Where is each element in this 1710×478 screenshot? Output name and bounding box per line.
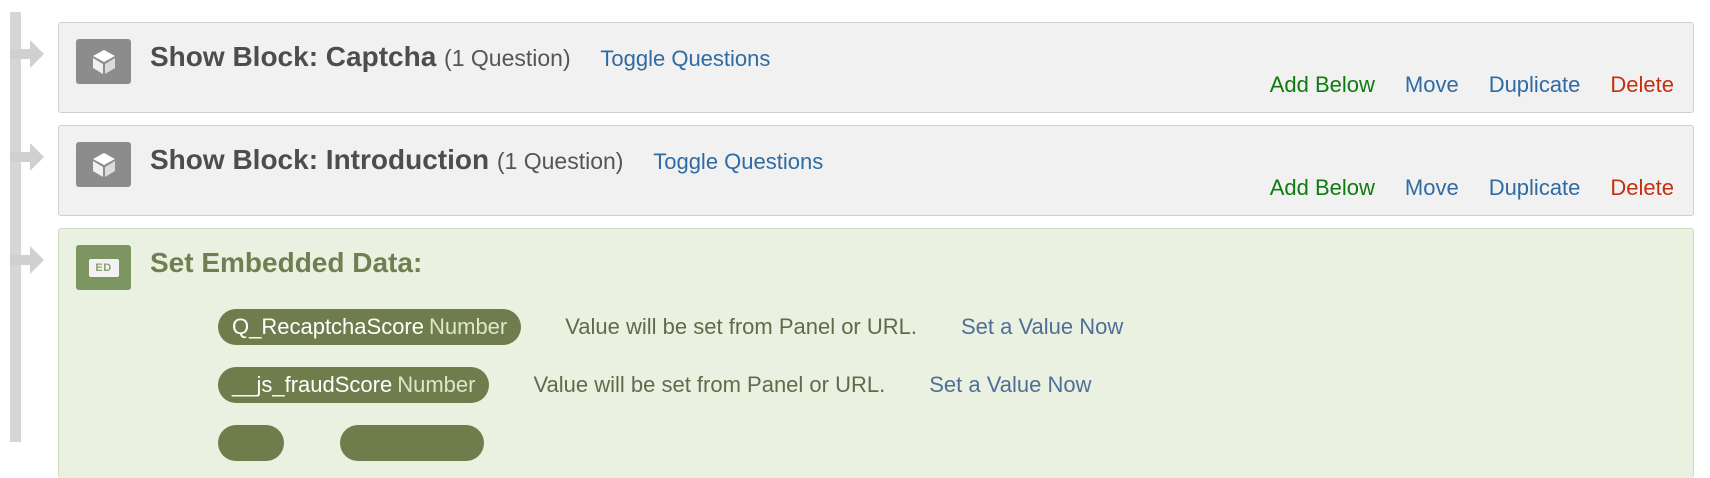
embedded-field-row: __js_fraudScore Number Value will be set … <box>218 367 1091 403</box>
move-link[interactable]: Move <box>1405 175 1459 200</box>
embedded-data-block: ED Set Embedded Data: Q_RecaptchaScore Nu… <box>58 228 1694 478</box>
flow-line <box>10 12 21 442</box>
duplicate-link[interactable]: Duplicate <box>1489 175 1581 200</box>
add-below-link[interactable]: Add Below <box>1270 72 1375 97</box>
embedded-field-row: Q_RecaptchaScore Number Value will be set… <box>218 309 1123 345</box>
block-name: Captcha <box>325 41 437 72</box>
cube-icon <box>76 142 131 187</box>
block-actions: Add Below Move Duplicate Delete <box>1240 72 1674 98</box>
question-count: (1 Question) <box>444 45 571 71</box>
field-note: Value will be set from Panel or URL. <box>565 314 917 339</box>
field-name: Q_RecaptchaScore <box>232 314 424 339</box>
show-block-captcha: Show Block: Captcha (1 Question) Toggle … <box>58 22 1694 113</box>
block-title: Show Block: Introduction (1 Question) To… <box>150 144 823 176</box>
set-value-now-link[interactable]: Set a Value Now <box>961 314 1123 340</box>
duplicate-link[interactable]: Duplicate <box>1489 72 1581 97</box>
add-below-link[interactable]: Add Below <box>1270 175 1375 200</box>
block-title: Show Block: Captcha (1 Question) Toggle … <box>150 41 770 73</box>
move-link[interactable]: Move <box>1405 72 1459 97</box>
question-count: (1 Question) <box>496 148 624 174</box>
show-block-introduction: Show Block: Introduction (1 Question) To… <box>58 125 1694 216</box>
flow-arrow-icon <box>10 36 46 72</box>
set-value-now-link[interactable]: Set a Value Now <box>929 372 1091 398</box>
delete-link[interactable]: Delete <box>1610 175 1674 200</box>
flow-arrow-icon <box>10 139 46 175</box>
embedded-data-title: Set Embedded Data: <box>150 247 423 278</box>
block-actions: Add Below Move Duplicate Delete <box>1240 175 1674 201</box>
embedded-field-pill[interactable]: __js_fraudScore Number <box>218 367 490 403</box>
delete-link[interactable]: Delete <box>1610 72 1674 97</box>
flow-arrow-icon <box>10 242 46 278</box>
embedded-data-icon: ED <box>76 245 131 290</box>
toggle-questions-link[interactable]: Toggle Questions <box>653 149 823 174</box>
embedded-field-pill[interactable]: Q_RecaptchaScore Number <box>218 309 522 345</box>
cube-icon <box>76 39 131 84</box>
embedded-data-badge: ED <box>88 258 119 277</box>
field-name: __js_fraudScore <box>232 372 393 397</box>
embedded-field-row-partial <box>218 425 484 461</box>
embedded-field-pill[interactable] <box>218 425 284 461</box>
field-note: Value will be set from Panel or URL. <box>533 372 886 397</box>
field-type: Number <box>429 314 508 339</box>
field-type: Number <box>397 372 476 397</box>
block-prefix: Show Block: <box>150 41 326 72</box>
embedded-field-pill[interactable] <box>340 425 484 461</box>
block-name: Introduction <box>325 144 490 175</box>
block-prefix: Show Block: <box>150 144 326 175</box>
toggle-questions-link[interactable]: Toggle Questions <box>600 46 770 71</box>
